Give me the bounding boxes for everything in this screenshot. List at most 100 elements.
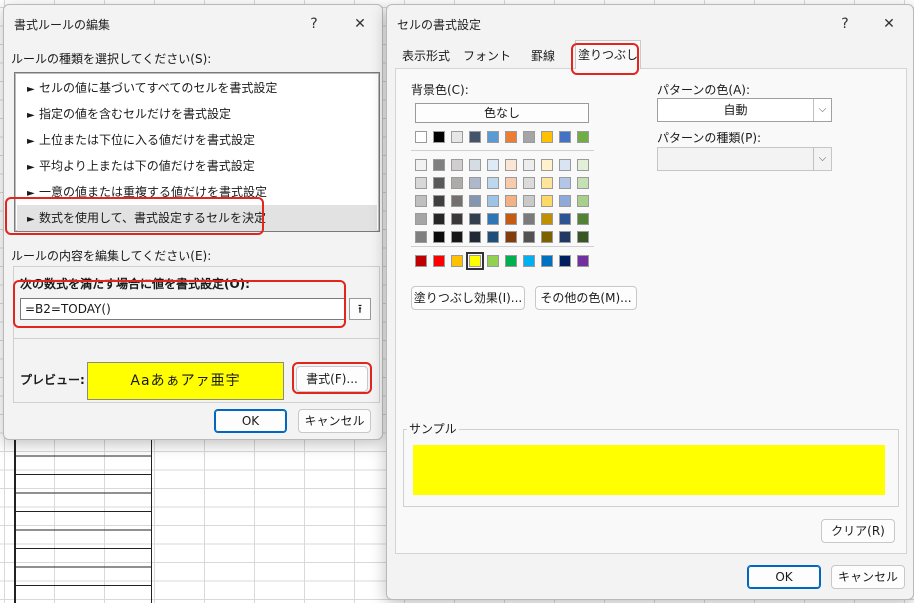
theme-shade-swatch[interactable] <box>415 177 427 189</box>
theme-shade-swatch[interactable] <box>451 231 463 243</box>
theme-shade-swatch[interactable] <box>451 195 463 207</box>
theme-shade-swatch[interactable] <box>541 195 553 207</box>
theme-shade-swatch[interactable] <box>577 159 589 171</box>
help-icon[interactable]: ? <box>302 13 326 35</box>
theme-shade-swatch[interactable] <box>451 213 463 225</box>
theme-shade-swatch[interactable] <box>559 159 571 171</box>
theme-shade-swatch[interactable] <box>469 195 481 207</box>
theme-shade-swatch[interactable] <box>505 177 517 189</box>
standard-color-swatch[interactable] <box>433 255 445 267</box>
theme-shade-swatch[interactable] <box>559 231 571 243</box>
theme-color-swatch[interactable] <box>487 131 499 143</box>
theme-shade-swatch[interactable] <box>505 213 517 225</box>
standard-color-swatch[interactable] <box>487 255 499 267</box>
theme-shade-swatch[interactable] <box>469 231 481 243</box>
theme-shade-swatch[interactable] <box>487 231 499 243</box>
theme-color-swatch[interactable] <box>415 131 427 143</box>
collapse-dialog-icon[interactable]: ⭱ <box>349 298 371 320</box>
fill-effects-button[interactable]: 塗りつぶし効果(I)... <box>411 286 525 310</box>
theme-color-swatch[interactable] <box>577 131 589 143</box>
theme-shade-swatch[interactable] <box>487 213 499 225</box>
cancel-button[interactable]: キャンセル <box>831 565 905 589</box>
standard-color-swatch[interactable] <box>451 255 463 267</box>
list-item[interactable]: ► 平均より上または下の値だけを書式設定 <box>17 153 377 179</box>
theme-shade-swatch[interactable] <box>541 177 553 189</box>
theme-shade-swatch[interactable] <box>541 159 553 171</box>
theme-shade-swatch[interactable] <box>577 177 589 189</box>
theme-shade-swatch[interactable] <box>577 213 589 225</box>
theme-shade-swatch[interactable] <box>559 213 571 225</box>
close-icon[interactable]: ✕ <box>877 13 901 35</box>
standard-color-swatch[interactable] <box>577 255 589 267</box>
theme-shade-swatch[interactable] <box>559 195 571 207</box>
theme-shade-swatch[interactable] <box>433 231 445 243</box>
tab-border[interactable]: 罫線 <box>523 43 563 69</box>
ok-button[interactable]: OK <box>747 565 821 589</box>
theme-shade-swatch[interactable] <box>487 177 499 189</box>
theme-shade-swatch[interactable] <box>523 213 535 225</box>
pattern-color-select[interactable]: 自動 ⌵ <box>657 98 832 122</box>
theme-shade-swatch[interactable] <box>523 195 535 207</box>
theme-shade-swatch[interactable] <box>415 159 427 171</box>
theme-color-swatch[interactable] <box>469 131 481 143</box>
theme-shade-swatch[interactable] <box>487 195 499 207</box>
list-item[interactable]: ► セルの値に基づいてすべてのセルを書式設定 <box>17 75 377 101</box>
rule-type-list[interactable]: ► セルの値に基づいてすべてのセルを書式設定 ► 指定の値を含むセルだけを書式設定 … <box>14 72 380 232</box>
theme-color-swatch[interactable] <box>523 131 535 143</box>
close-icon[interactable]: ✕ <box>348 13 372 35</box>
theme-shade-swatch[interactable] <box>523 177 535 189</box>
pattern-type-select[interactable]: ⌵ <box>657 147 832 171</box>
theme-color-swatch[interactable] <box>541 131 553 143</box>
theme-shade-swatch[interactable] <box>505 159 517 171</box>
theme-color-swatch[interactable] <box>433 131 445 143</box>
list-item[interactable]: ► 指定の値を含むセルだけを書式設定 <box>17 101 377 127</box>
cancel-button[interactable]: キャンセル <box>298 409 371 433</box>
theme-shade-swatch[interactable] <box>577 195 589 207</box>
theme-shade-swatch[interactable] <box>469 159 481 171</box>
theme-shade-swatch[interactable] <box>433 159 445 171</box>
standard-color-swatch[interactable] <box>559 255 571 267</box>
theme-shade-swatch[interactable] <box>487 159 499 171</box>
standard-color-swatch[interactable] <box>415 255 427 267</box>
theme-shade-swatch[interactable] <box>433 213 445 225</box>
clear-button[interactable]: クリア(R) <box>821 519 895 543</box>
theme-shade-swatch[interactable] <box>433 177 445 189</box>
ok-button[interactable]: OK <box>214 409 287 433</box>
theme-shade-swatch[interactable] <box>451 159 463 171</box>
theme-shade-swatch[interactable] <box>415 231 427 243</box>
standard-color-swatch[interactable] <box>541 255 553 267</box>
tab-fill[interactable]: 塗りつぶし <box>575 40 641 69</box>
standard-color-swatch[interactable] <box>466 252 484 270</box>
theme-shade-swatch[interactable] <box>541 213 553 225</box>
theme-shade-swatch[interactable] <box>523 231 535 243</box>
arrow-icon: ► <box>27 188 35 199</box>
more-colors-button[interactable]: その他の色(M)... <box>535 286 637 310</box>
theme-color-swatch[interactable] <box>505 131 517 143</box>
arrow-icon: ► <box>27 136 35 147</box>
theme-color-swatch[interactable] <box>451 131 463 143</box>
theme-shade-swatch[interactable] <box>505 195 517 207</box>
theme-shade-swatch[interactable] <box>523 159 535 171</box>
theme-shade-swatch[interactable] <box>541 231 553 243</box>
standard-color-swatch[interactable] <box>505 255 517 267</box>
theme-color-swatch[interactable] <box>559 131 571 143</box>
list-item[interactable]: ► 上位または下位に入る値だけを書式設定 <box>17 127 377 153</box>
theme-shade-swatch[interactable] <box>469 213 481 225</box>
theme-shade-swatch[interactable] <box>469 177 481 189</box>
theme-shade-swatch[interactable] <box>415 213 427 225</box>
theme-shade-swatch[interactable] <box>451 177 463 189</box>
theme-shade-swatch[interactable] <box>505 231 517 243</box>
tab-number[interactable]: 表示形式 <box>395 43 457 69</box>
list-item[interactable]: ► 一意の値または重複する値だけを書式設定 <box>17 179 377 205</box>
tab-font[interactable]: フォント <box>461 43 513 69</box>
theme-shade-swatch[interactable] <box>433 195 445 207</box>
list-item-selected[interactable]: ► 数式を使用して、書式設定するセルを決定 <box>17 205 377 231</box>
theme-shade-swatch[interactable] <box>577 231 589 243</box>
theme-shade-swatch[interactable] <box>559 177 571 189</box>
standard-color-swatch[interactable] <box>523 255 535 267</box>
format-button[interactable]: 書式(F)... <box>296 366 368 392</box>
help-icon[interactable]: ? <box>833 13 857 35</box>
formula-input[interactable]: =B2=TODAY() <box>20 298 346 320</box>
theme-shade-swatch[interactable] <box>415 195 427 207</box>
no-color-button[interactable]: 色なし <box>415 103 589 123</box>
